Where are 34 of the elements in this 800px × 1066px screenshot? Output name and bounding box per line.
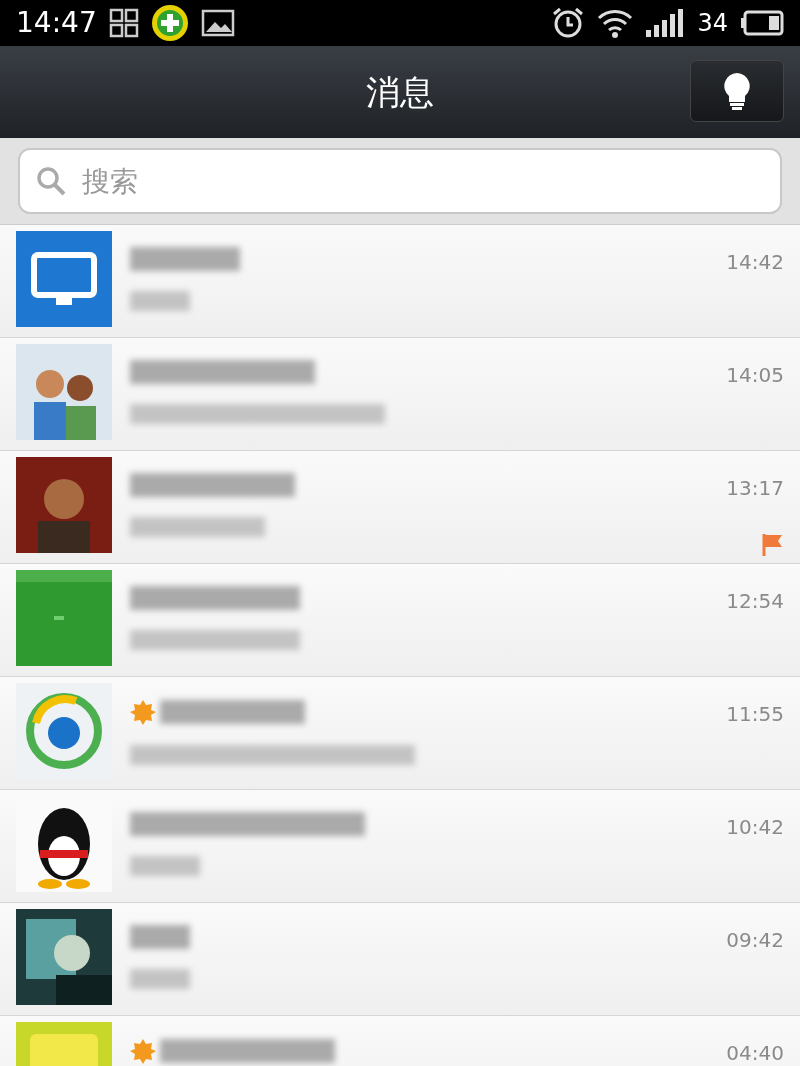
conversation-row[interactable]: 12:54 — [0, 564, 800, 677]
clock-time: 14:47 — [16, 5, 97, 41]
message-time: 14:42 — [726, 249, 784, 276]
message-time: 09:42 — [726, 927, 784, 954]
battery-icon — [740, 10, 784, 36]
wifi-icon — [597, 8, 634, 38]
conversation-row[interactable]: 14:05 — [0, 338, 800, 451]
message-time: 11:55 — [726, 701, 784, 728]
conversation-row[interactable]: 14:42 — [0, 225, 800, 338]
battery-level-text: 34 — [697, 8, 728, 39]
page-title: 消息 — [366, 70, 434, 114]
conversation-row[interactable]: 10:42 — [0, 790, 800, 903]
alarm-icon — [551, 6, 586, 40]
plus-icon — [150, 4, 189, 42]
conversation-row[interactable]: 09:42 — [0, 903, 800, 1016]
blurred-name — [130, 925, 190, 949]
conversation-row[interactable]: 11:55 — [0, 677, 800, 790]
message-time: 12:54 — [726, 588, 784, 615]
search-icon — [36, 166, 66, 196]
message-time: 10:42 — [726, 814, 784, 841]
grid-icon — [108, 8, 139, 38]
blurred-message — [130, 291, 190, 311]
image-icon — [200, 9, 235, 37]
conversation-row[interactable]: 04:40 — [0, 1016, 800, 1066]
search-field[interactable]: 搜索 — [18, 148, 782, 214]
blurred-message — [130, 969, 190, 989]
lightbulb-button[interactable] — [690, 60, 784, 122]
signal-icon — [645, 8, 686, 38]
blurred-message — [130, 856, 200, 876]
conversation-row[interactable]: 13:17 — [0, 451, 800, 564]
message-time: 04:40 — [726, 1040, 784, 1066]
lightbulb-icon — [723, 72, 751, 110]
message-time: 13:17 — [726, 475, 784, 502]
message-time: 14:05 — [726, 362, 784, 389]
